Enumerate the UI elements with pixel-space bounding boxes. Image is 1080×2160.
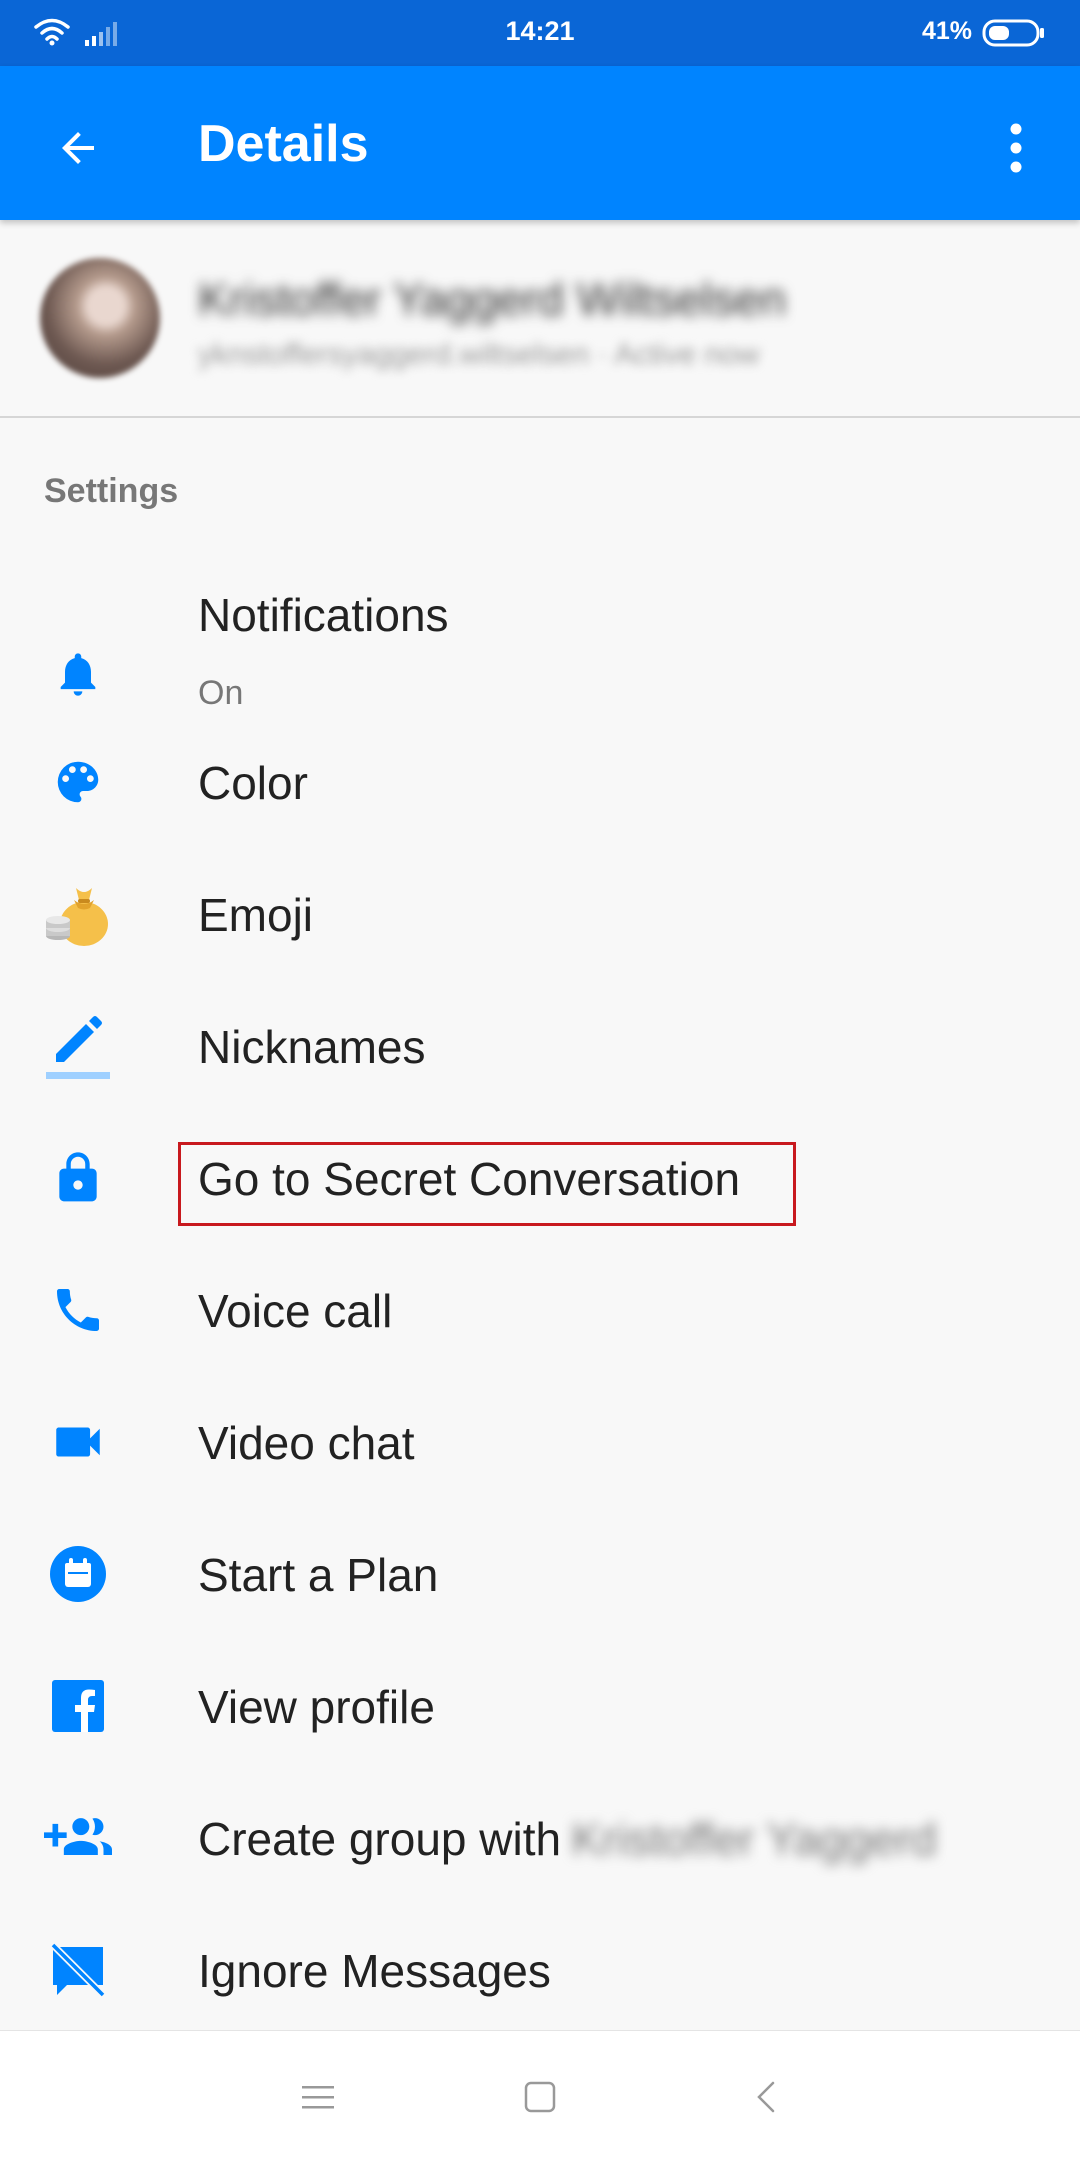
add-group-icon <box>40 1800 116 1876</box>
app-bar: Details <box>0 66 1080 220</box>
settings-section-header: Settings <box>44 472 179 510</box>
profile-name: Kristoffer Yaggerd Wiltselsen <box>198 273 787 325</box>
menu-item-secret-conversation[interactable]: Go to Secret Conversation <box>0 1112 1080 1244</box>
menu-item-create-group[interactable]: Create group with Kristoffer Yaggerd <box>0 1772 1080 1904</box>
status-time: 14:21 <box>505 16 575 46</box>
lock-icon <box>40 1140 116 1216</box>
phone-icon <box>40 1272 116 1348</box>
menu-item-label: Ignore Messages <box>198 1945 551 1997</box>
back-button[interactable] <box>42 112 114 184</box>
menu-item-notifications[interactable]: Notifications On <box>0 580 1080 712</box>
home-icon <box>524 2081 556 2113</box>
menu-item-label: Go to Secret Conversation <box>198 1153 741 1205</box>
menu-item-emoji[interactable]: Emoji <box>0 848 1080 980</box>
menu-item-color[interactable]: Color <box>0 716 1080 848</box>
page-title: Details <box>198 115 369 173</box>
menu-item-label: Nicknames <box>198 1021 426 1073</box>
menu-item-label: Video chat <box>198 1417 415 1469</box>
profile-header[interactable]: Kristoffer Yaggerd Wiltselsen yknstoffer… <box>0 220 1080 418</box>
notifications-status: On <box>198 674 244 712</box>
create-group-label: Create group with <box>198 1813 562 1865</box>
nav-menu-button[interactable] <box>286 2065 350 2129</box>
avatar <box>40 258 160 378</box>
nav-back-button[interactable] <box>734 2065 798 2129</box>
menu-item-start-plan[interactable]: Start a Plan <box>0 1508 1080 1640</box>
facebook-icon <box>40 1668 116 1744</box>
menu-item-label: Color <box>198 757 308 809</box>
menu-item-voice-call[interactable]: Voice call <box>0 1244 1080 1376</box>
menu-item-ignore-messages[interactable]: Ignore Messages <box>0 1904 1080 2036</box>
system-nav-bar <box>0 2030 1080 2160</box>
arrow-back-icon <box>62 132 94 164</box>
group-contact-name: Kristoffer Yaggerd <box>571 1813 937 1865</box>
menu-icon <box>302 2086 334 2109</box>
menu-item-label: Notifications <box>198 589 449 641</box>
menu-item-label: Voice call <box>198 1285 393 1337</box>
menu-item-view-profile[interactable]: View profile <box>0 1640 1080 1772</box>
more-vert-icon <box>1010 123 1022 173</box>
video-camera-icon <box>40 1404 116 1480</box>
money-bag-emoji-icon <box>40 876 116 952</box>
profile-subtitle: yknstoffersyaggerd.wiltselsen · Active n… <box>198 338 760 371</box>
palette-icon <box>40 744 116 820</box>
menu-item-label: View profile <box>198 1681 435 1733</box>
menu-item-nicknames[interactable]: Nicknames <box>0 980 1080 1112</box>
menu-item-label: Start a Plan <box>198 1549 439 1601</box>
nav-home-button[interactable] <box>508 2065 572 2129</box>
battery-icon <box>982 19 1044 47</box>
menu-item-label: Create group with Kristoffer Yaggerd <box>198 1812 937 1866</box>
more-options-button[interactable] <box>986 112 1046 184</box>
menu-item-video-chat[interactable]: Video chat <box>0 1376 1080 1508</box>
calendar-icon <box>40 1536 116 1612</box>
menu-item-label: Emoji <box>198 889 314 941</box>
bell-icon <box>40 636 116 712</box>
back-icon <box>757 2081 775 2113</box>
ignore-messages-icon <box>40 1932 116 2008</box>
pencil-icon <box>40 1008 116 1084</box>
battery-percentage: 41% <box>921 17 972 45</box>
status-bar: 14:21 41% <box>0 0 1080 66</box>
